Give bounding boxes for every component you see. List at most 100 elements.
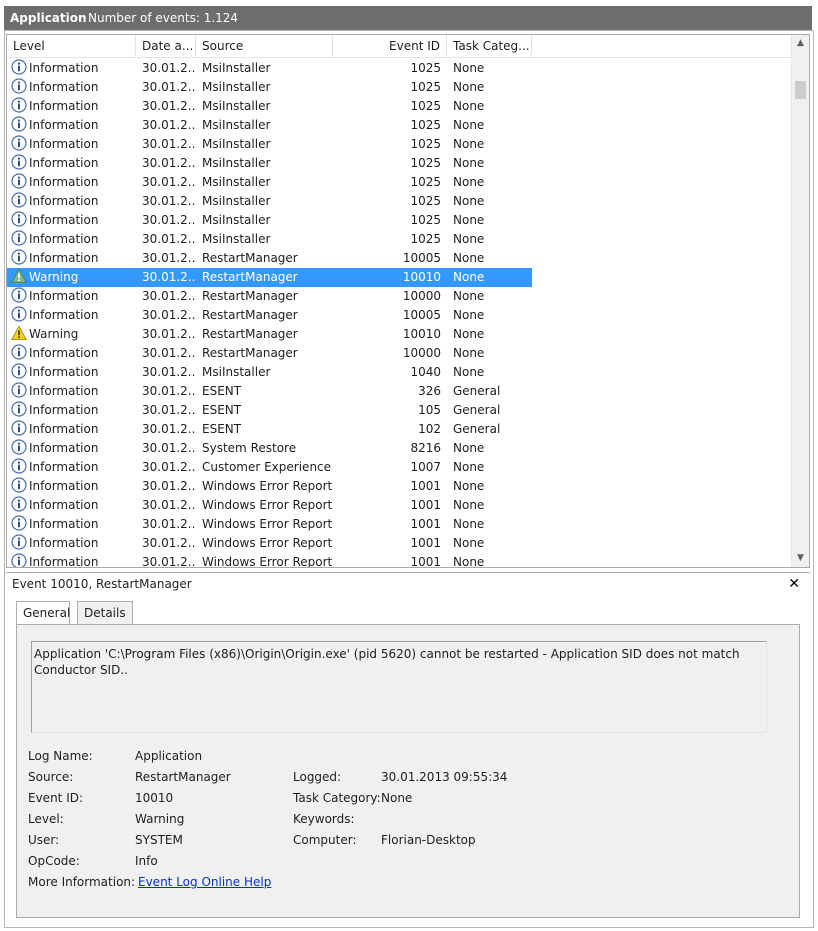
table-row[interactable]: Information 30.01.2... Windows Error Repor…	[7, 496, 532, 515]
table-row[interactable]: Information 30.01.2... ESENT 105 General	[7, 401, 532, 420]
level-text: Information	[29, 137, 99, 151]
table-row[interactable]: Warning 30.01.2... RestartManager 10010 None	[7, 268, 532, 287]
level-cell: Information	[11, 287, 137, 306]
source-cell: System Restore	[202, 441, 297, 455]
source-cell: RestartManager	[202, 289, 298, 303]
level-cell: Information	[11, 192, 137, 211]
column-header-task-category[interactable]: Task Categ...	[447, 35, 532, 58]
table-row[interactable]: Information 30.01.2... Customer Experience…	[7, 458, 532, 477]
table-row[interactable]: Information 30.01.2... MsiInstaller 1025 Non…	[7, 230, 532, 249]
information-icon	[11, 439, 27, 455]
date-cell: 30.01.2...	[142, 517, 196, 531]
source-cell: RestartManager	[202, 327, 298, 341]
level-cell: Information	[11, 154, 137, 173]
column-header-source[interactable]: Source	[196, 35, 333, 58]
level-text: Information	[29, 308, 99, 322]
detail-title: Event 10010, RestartManager	[12, 577, 192, 591]
scroll-up-icon[interactable]: ▲	[792, 35, 809, 52]
event-id-cell: 1001	[410, 536, 441, 550]
level-value: Warning	[135, 812, 185, 826]
table-row[interactable]: Information 30.01.2... RestartManager 10000…	[7, 287, 532, 306]
level-text: Information	[29, 536, 99, 550]
level-text: Information	[29, 460, 99, 474]
table-row[interactable]: Warning 30.01.2... RestartManager 10010 None	[7, 325, 532, 344]
level-text: Information	[29, 194, 99, 208]
table-row[interactable]: Information 30.01.2... RestartManager 10005…	[7, 249, 532, 268]
task-category-cell: General	[453, 384, 501, 398]
table-row[interactable]: Information 30.01.2... MsiInstaller 1025 Non…	[7, 173, 532, 192]
information-icon	[11, 192, 27, 208]
log-name-value: Application	[135, 749, 203, 763]
table-row[interactable]: Information 30.01.2... MsiInstaller 1025 Non…	[7, 211, 532, 230]
table-row[interactable]: Information 30.01.2... MsiInstaller 1025 Non…	[7, 78, 532, 97]
table-row[interactable]: Information 30.01.2... System Restore 8216 N…	[7, 439, 532, 458]
table-row[interactable]: Information 30.01.2... Windows Error Repor…	[7, 553, 532, 567]
information-icon	[11, 496, 27, 512]
event-log-online-help-link[interactable]: Event Log Online Help	[138, 875, 271, 889]
table-row[interactable]: Information 30.01.2... MsiInstaller 1025 Non…	[7, 135, 532, 154]
table-row[interactable]: Information 30.01.2... RestartManager 10000…	[7, 344, 532, 363]
vertical-scrollbar[interactable]: ▲ ▼	[791, 35, 809, 567]
information-icon	[11, 211, 27, 227]
level-cell: Information	[11, 363, 137, 382]
date-cell: 30.01.2...	[142, 99, 196, 113]
task-category-cell: None	[453, 137, 485, 151]
column-header-date[interactable]: Date a...	[136, 35, 196, 58]
event-id-cell: 102	[418, 422, 441, 436]
information-icon	[11, 344, 27, 360]
table-row[interactable]: Information 30.01.2... MsiInstaller 1025 Non…	[7, 192, 532, 211]
table-row[interactable]: Information 30.01.2... MsiInstaller 1025 Non…	[7, 97, 532, 116]
level-text: Information	[29, 289, 99, 303]
information-icon	[11, 363, 27, 379]
source-cell: ESENT	[202, 422, 242, 436]
level-cell: Warning	[11, 325, 137, 344]
table-row[interactable]: Information 30.01.2... Windows Error Repor…	[7, 477, 532, 496]
log-title: Application	[10, 11, 87, 25]
event-id-cell: 10005	[402, 308, 441, 322]
event-description[interactable]: Application 'C:\Program Files (x86)\Orig…	[31, 641, 767, 733]
table-row[interactable]: Information 30.01.2... ESENT 326 General	[7, 382, 532, 401]
event-id-cell: 10000	[402, 289, 441, 303]
table-row[interactable]: Information 30.01.2... MsiInstaller 1025 Non…	[7, 59, 532, 78]
table-row[interactable]: Information 30.01.2... Windows Error Repor…	[7, 534, 532, 553]
task-category-cell: None	[453, 61, 485, 75]
scroll-down-icon[interactable]: ▼	[792, 550, 809, 567]
level-cell: Information	[11, 59, 137, 78]
task-category-cell: None	[453, 365, 485, 379]
table-row[interactable]: Information 30.01.2... MsiInstaller 1040 Non…	[7, 363, 532, 382]
event-id-cell: 1025	[410, 118, 441, 132]
column-header-event-id[interactable]: Event ID	[333, 35, 447, 58]
task-category-cell: None	[453, 251, 485, 265]
event-id-cell: 10010	[402, 270, 441, 284]
column-header-level[interactable]: Level	[7, 35, 136, 58]
title-bar: Application Number of events: 1.124	[4, 6, 812, 30]
task-category-cell: None	[453, 118, 485, 132]
event-id-cell: 1025	[410, 194, 441, 208]
task-category-cell: None	[453, 232, 485, 246]
tab-details[interactable]: Details	[77, 601, 133, 625]
table-row[interactable]: Information 30.01.2... MsiInstaller 1025 Non…	[7, 116, 532, 135]
information-icon	[11, 116, 27, 132]
logged-label: Logged:	[293, 770, 342, 784]
warning-icon	[11, 325, 27, 341]
tab-general[interactable]: General	[16, 601, 70, 626]
close-icon[interactable]: ✕	[788, 573, 800, 595]
log-name-label: Log Name:	[28, 749, 93, 763]
table-row[interactable]: Information 30.01.2... MsiInstaller 1025 Non…	[7, 154, 532, 173]
event-id-cell: 8216	[410, 441, 441, 455]
information-icon	[11, 458, 27, 474]
level-cell: Information	[11, 249, 137, 268]
scroll-thumb[interactable]	[795, 81, 806, 99]
table-row[interactable]: Information 30.01.2... ESENT 102 General	[7, 420, 532, 439]
date-cell: 30.01.2...	[142, 137, 196, 151]
level-cell: Information	[11, 230, 137, 249]
date-cell: 30.01.2...	[142, 270, 196, 284]
level-text: Warning	[29, 327, 79, 341]
source-cell: MsiInstaller	[202, 61, 271, 75]
table-row[interactable]: Information 30.01.2... RestartManager 10005…	[7, 306, 532, 325]
table-row[interactable]: Information 30.01.2... Windows Error Repor…	[7, 515, 532, 534]
event-list[interactable]: Level Date a... Source Event ID Task Cat…	[6, 34, 810, 568]
level-text: Information	[29, 232, 99, 246]
task-category-value: None	[381, 791, 413, 805]
information-icon	[11, 477, 27, 493]
